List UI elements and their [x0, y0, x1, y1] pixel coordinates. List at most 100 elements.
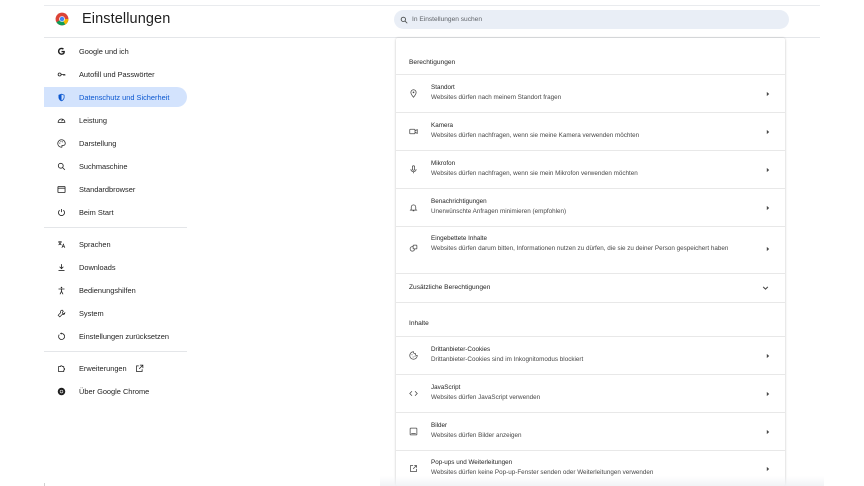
- row-text: Drittanbieter-Cookies Drittanbieter-Cook…: [431, 345, 751, 365]
- row-text: Kamera Websites dürfen nachfragen, wenn …: [431, 121, 751, 141]
- sidebar-item-about-chrome[interactable]: Über Google Chrome: [44, 381, 190, 401]
- section-title-content: Inhalte: [409, 320, 429, 327]
- row-subtitle: Websites dürfen nachfragen, wenn sie mei…: [431, 170, 638, 177]
- sidebar-item-label: Sprachen: [79, 239, 111, 249]
- sidebar-item-autofill[interactable]: Autofill und Passwörter: [44, 64, 190, 84]
- chevron-right-icon: [765, 205, 771, 211]
- row-text: Pop-ups und Weiterleitungen Websites dür…: [431, 458, 751, 478]
- popup-icon: [409, 464, 418, 473]
- chrome-icon: [57, 387, 66, 396]
- sidebar-item-appearance[interactable]: Darstellung: [44, 133, 190, 153]
- row-text: JavaScript Websites dürfen JavaScript ve…: [431, 383, 751, 403]
- additional-permissions-toggle[interactable]: Zusätzliche Berechtigungen: [396, 274, 785, 302]
- power-icon: [57, 208, 66, 217]
- sidebar-item-label: Darstellung: [79, 138, 117, 148]
- content-row-javascript[interactable]: JavaScript Websites dürfen JavaScript ve…: [396, 375, 785, 412]
- row-title: Standort: [431, 84, 455, 91]
- row-subtitle: Websites dürfen nachfragen, wenn sie mei…: [431, 132, 640, 139]
- settings-search-box[interactable]: [394, 10, 789, 29]
- sidebar-item-languages[interactable]: Sprachen: [44, 234, 190, 254]
- permission-row-notifications[interactable]: Benachrichtigungen Unerwünschte Anfragen…: [396, 189, 785, 226]
- image-icon: [409, 427, 418, 436]
- accessibility-icon: [57, 286, 66, 295]
- sidebar-item-label: Datenschutz und Sicherheit: [79, 92, 170, 102]
- sidebar-item-reset[interactable]: Einstellungen zurücksetzen: [44, 326, 190, 346]
- row-title: Pop-ups und Weiterleitungen: [431, 459, 513, 466]
- chevron-right-icon: [765, 129, 771, 135]
- sidebar-item-privacy[interactable]: Datenschutz und Sicherheit: [44, 87, 187, 107]
- row-subtitle: Drittanbieter-Cookies sind im Inkognitom…: [431, 356, 584, 363]
- sidebar-item-label: Bedienungshilfen: [79, 285, 136, 295]
- section-title-permissions: Berechtigungen: [409, 59, 456, 66]
- row-divider: [396, 302, 785, 303]
- row-title: Kamera: [431, 122, 454, 129]
- sidebar-item-on-startup[interactable]: Beim Start: [44, 202, 190, 222]
- row-text: Eingebettete Inhalte Websites dürfen dar…: [431, 234, 751, 254]
- permission-row-location[interactable]: Standort Websites dürfen nach meinem Sta…: [396, 75, 785, 112]
- sidebar-item-downloads[interactable]: Downloads: [44, 257, 190, 277]
- shield-icon: [57, 93, 66, 102]
- bell-icon: [409, 203, 418, 212]
- permission-row-microphone[interactable]: Mikrofon Websites dürfen nachfragen, wen…: [396, 151, 785, 188]
- permission-row-camera[interactable]: Kamera Websites dürfen nachfragen, wenn …: [396, 113, 785, 150]
- sidebar-item-label: System: [79, 308, 104, 318]
- row-subtitle: Websites dürfen Bilder anzeigen: [431, 432, 522, 439]
- chevron-right-icon: [765, 353, 771, 359]
- content-row-third-party-cookies[interactable]: Drittanbieter-Cookies Drittanbieter-Cook…: [396, 337, 785, 374]
- chevron-right-icon: [765, 466, 771, 472]
- row-title: JavaScript: [431, 384, 461, 391]
- row-text: Standort Websites dürfen nach meinem Sta…: [431, 83, 751, 103]
- chevron-right-icon: [765, 167, 771, 173]
- row-subtitle: Websites dürfen nach meinem Standort fra…: [431, 94, 562, 101]
- sidebar-item-label: Über Google Chrome: [79, 386, 150, 396]
- chrome-logo-icon: [55, 12, 69, 26]
- code-icon: [409, 389, 418, 398]
- sidebar-item-label: Autofill und Passwörter: [79, 69, 155, 79]
- sidebar-item-performance[interactable]: Leistung: [44, 110, 190, 130]
- sidebar-item-system[interactable]: System: [44, 303, 190, 323]
- settings-sidebar: Google und ich Autofill und Passwörter D…: [44, 39, 190, 486]
- wrench-icon: [57, 309, 66, 318]
- search-input[interactable]: [412, 12, 772, 27]
- sidebar-item-extensions[interactable]: Erweiterungen: [44, 358, 190, 378]
- google-g-icon: [57, 47, 66, 56]
- row-title: Benachrichtigungen: [431, 198, 487, 205]
- puzzle-icon: [57, 364, 66, 373]
- download-icon: [57, 263, 66, 272]
- sidebar-item-label: Standardbrowser: [79, 184, 136, 194]
- sidebar-item-label: Beim Start: [79, 207, 114, 217]
- row-subtitle: Unerwünschte Anfragen minimieren (empfoh…: [431, 208, 567, 215]
- row-text: Bilder Websites dürfen Bilder anzeigen: [431, 421, 751, 441]
- sidebar-item-default-browser[interactable]: Standardbrowser: [44, 179, 190, 199]
- bottom-scroll-fade: [380, 476, 824, 486]
- chevron-right-icon: [765, 246, 771, 252]
- row-title: Eingebettete Inhalte: [431, 235, 488, 242]
- row-subtitle: Websites dürfen darum bitten, Informatio…: [431, 245, 729, 252]
- chevron-right-icon: [765, 91, 771, 97]
- chevron-right-icon: [765, 429, 771, 435]
- sidebar-item-label: Erweiterungen: [79, 363, 127, 373]
- content-row-images[interactable]: Bilder Websites dürfen Bilder anzeigen: [396, 413, 785, 450]
- row-text: Benachrichtigungen Unerwünschte Anfragen…: [431, 197, 751, 217]
- row-text: Mikrofon Websites dürfen nachfragen, wen…: [431, 159, 751, 179]
- cookie-icon: [409, 351, 418, 360]
- microphone-icon: [409, 165, 418, 174]
- row-subtitle: Websites dürfen JavaScript verwenden: [431, 394, 541, 401]
- camera-icon: [409, 127, 418, 136]
- header-top-divider: [44, 5, 820, 6]
- row-title: Drittanbieter-Cookies: [431, 346, 491, 353]
- sidebar-item-label: Suchmaschine: [79, 161, 128, 171]
- sidebar-divider: [44, 351, 187, 352]
- sidebar-item-accessibility[interactable]: Bedienungshilfen: [44, 280, 190, 300]
- external-link-icon: [135, 364, 143, 372]
- sidebar-item-label: Leistung: [79, 115, 107, 125]
- permission-row-embedded-content[interactable]: Eingebettete Inhalte Websites dürfen dar…: [396, 227, 785, 273]
- reset-icon: [57, 331, 66, 341]
- chevron-down-icon: [762, 286, 769, 290]
- sidebar-item-search-engine[interactable]: Suchmaschine: [44, 156, 190, 176]
- search-icon: [400, 16, 408, 23]
- sidebar-item-google[interactable]: Google und ich: [44, 41, 190, 61]
- site-settings-card: Berechtigungen Standort Websites dürfen …: [396, 38, 785, 486]
- key-icon: [57, 70, 66, 79]
- sidebar-divider: [44, 227, 187, 228]
